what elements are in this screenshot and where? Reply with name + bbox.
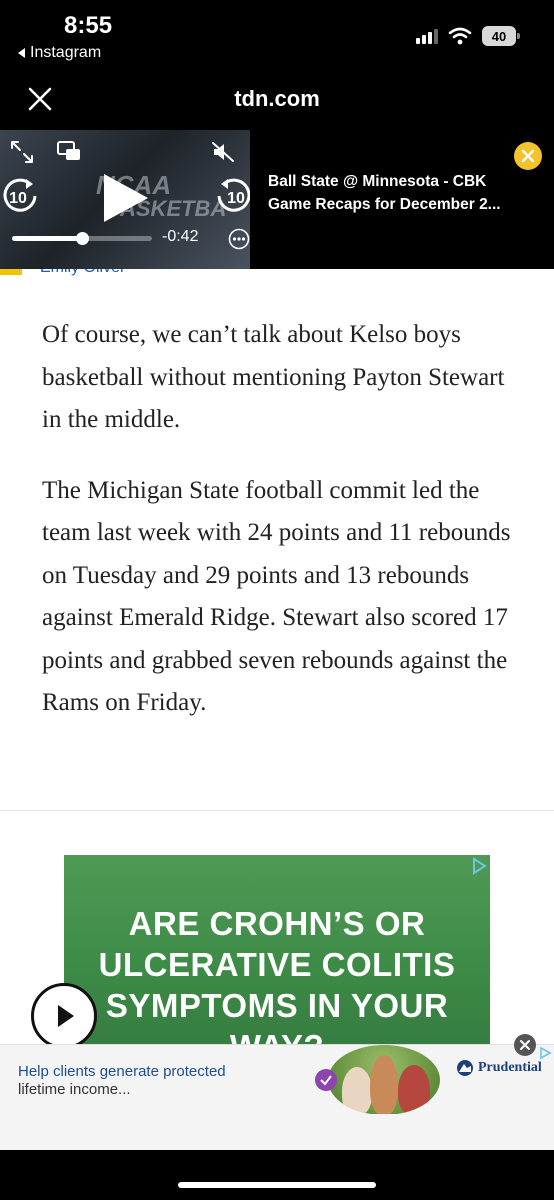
page-domain: tdn.com [234, 86, 320, 111]
ad-headline-line: ULCERATIVE COLITIS [98, 946, 456, 983]
brand-name: Prudential [478, 1060, 542, 1075]
mute-icon[interactable] [210, 140, 236, 164]
battery-level: 40 [491, 28, 507, 44]
close-icon [521, 149, 535, 163]
ad-choices-icon[interactable] [538, 1046, 552, 1060]
close-video-button[interactable] [514, 142, 542, 170]
status-icons: 40 [416, 26, 520, 46]
article-paragraph: The Michigan State football commit led t… [42, 476, 511, 717]
author-link[interactable]: Emily Oliver [40, 269, 125, 277]
check-badge-icon [315, 1069, 337, 1091]
banner-ad[interactable]: Help clients generate protected lifetime… [0, 1044, 554, 1115]
rock-logo-icon [457, 1060, 473, 1076]
wifi-icon [448, 27, 472, 45]
video-progress-knob[interactable] [76, 232, 89, 245]
ad-choices-icon[interactable] [470, 857, 488, 875]
forward-10-icon[interactable]: 10 [214, 176, 250, 216]
display-ad[interactable]: ARE CROHN’S OR ULCERATIVE COLITIS SYMPTO… [64, 855, 490, 1065]
banner-ad-text: Help clients generate protected lifetime… [18, 1063, 226, 1099]
banner-spacer [0, 1114, 554, 1150]
ad-play-button[interactable] [31, 983, 97, 1049]
rewind-seconds-label: 10 [9, 190, 27, 207]
video-progress-bar[interactable] [12, 232, 152, 245]
expand-icon[interactable] [8, 138, 36, 166]
ad-headline-line: ARE CROHN’S OR [128, 905, 426, 942]
video-title[interactable]: Ball State @ Minnesota - CBK Game Recaps… [268, 170, 538, 216]
video-player[interactable]: NCAA ASKETBA 10 10 -0:42 [0, 130, 250, 269]
top-bar: 8:55 Instagram 40 tdn.com [0, 0, 554, 130]
more-options-icon[interactable] [228, 228, 250, 250]
play-icon [58, 1005, 74, 1027]
article-body: Of course, we can’t talk about Kelso boy… [42, 314, 522, 753]
prudential-logo: Prudential [456, 1059, 542, 1077]
close-icon [520, 1040, 530, 1050]
video-player-bar: NCAA ASKETBA 10 10 -0:42 Ball State @ Mi… [0, 130, 554, 269]
battery-icon: 40 [482, 26, 520, 46]
byline-accent [0, 269, 22, 275]
divider [0, 810, 554, 811]
back-app-label: Instagram [30, 44, 102, 61]
rewind-10-icon[interactable]: 10 [0, 176, 40, 216]
article-paragraph: Of course, we can’t talk about Kelso boy… [42, 321, 505, 433]
home-indicator[interactable] [178, 1182, 376, 1188]
forward-seconds-label: 10 [227, 190, 245, 207]
picture-in-picture-icon[interactable] [56, 140, 82, 162]
video-time-remaining: -0:42 [162, 228, 199, 245]
close-banner-button[interactable] [514, 1034, 536, 1056]
byline: Emily Oliver [0, 269, 554, 281]
video-progress-fill [12, 236, 82, 241]
cellular-signal-icon [416, 28, 438, 44]
banner-ad-line-1: Help clients generate protected [18, 1063, 226, 1080]
back-to-app-button[interactable]: Instagram [18, 44, 101, 62]
play-icon[interactable] [100, 172, 150, 224]
back-arrow-icon [18, 48, 25, 58]
banner-ad-line-2: lifetime income... [18, 1081, 131, 1098]
ad-headline: ARE CROHN’S OR ULCERATIVE COLITIS SYMPTO… [64, 903, 490, 1067]
banner-ad-photo [328, 1045, 440, 1115]
video-title-line-2: Game Recaps for December 2... [268, 196, 501, 213]
video-title-line-1: Ball State @ Minnesota - CBK [268, 173, 487, 190]
bottom-bar [0, 1150, 554, 1200]
status-time: 8:55 [64, 12, 113, 39]
